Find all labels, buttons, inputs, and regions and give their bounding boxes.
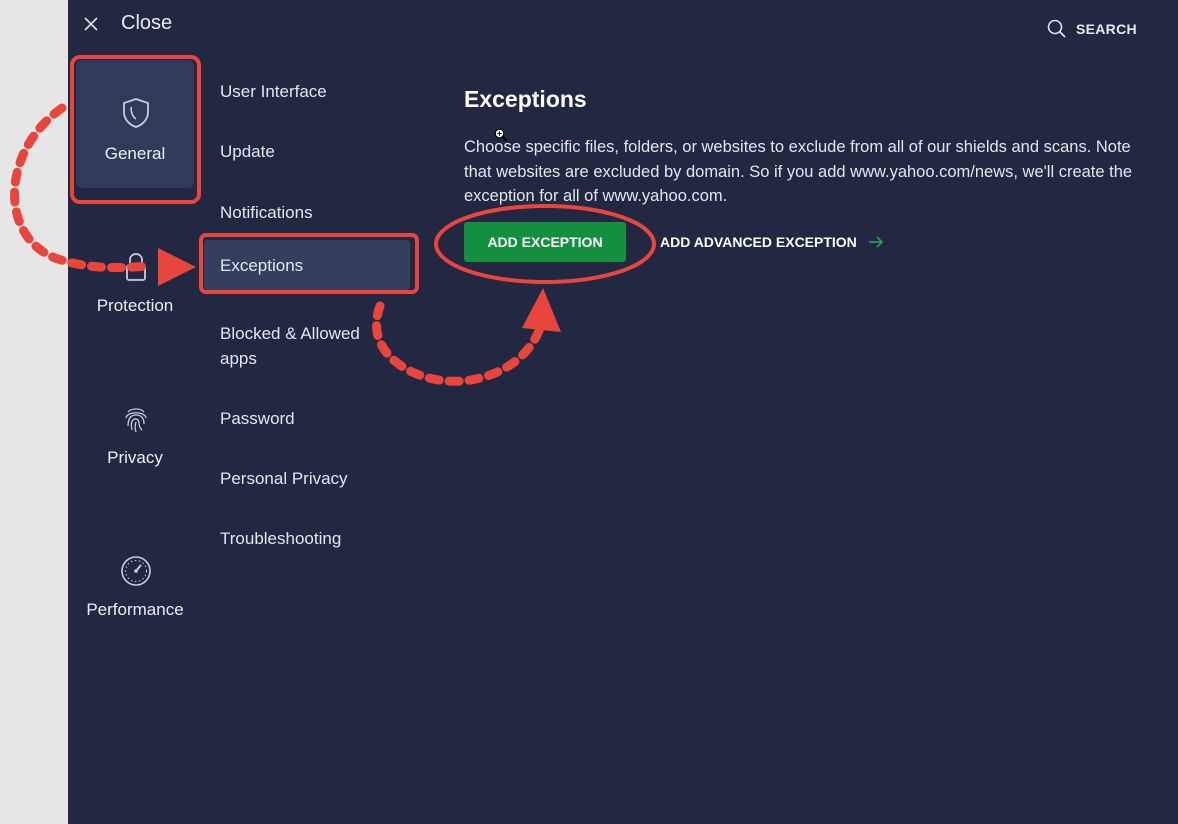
subnav-item-blocked-allowed-apps[interactable]: Blocked & Allowed apps <box>204 313 384 379</box>
category-protection[interactable]: Protection <box>76 212 194 340</box>
fingerprint-icon <box>119 402 153 436</box>
search-button[interactable]: SEARCH <box>1046 18 1137 40</box>
exceptions-description: Choose specific files, folders, or websi… <box>464 138 1133 205</box>
arrow-right-icon <box>868 236 883 248</box>
subnav-item-update[interactable]: Update <box>204 131 410 172</box>
category-label: Performance <box>86 600 184 619</box>
subnav-item-user-interface[interactable]: User Interface <box>204 71 410 112</box>
search-icon <box>1047 19 1066 38</box>
category-general[interactable]: General <box>76 60 194 188</box>
add-advanced-exception-label: ADD ADVANCED EXCEPTION <box>660 234 857 250</box>
settings-window: Close SEARCH General Protection Privacy … <box>68 0 1178 824</box>
exception-actions: ADD EXCEPTION ADD ADVANCED EXCEPTION <box>464 222 885 262</box>
add-advanced-exception-link[interactable]: ADD ADVANCED EXCEPTION <box>660 233 885 251</box>
subnav-item-personal-privacy[interactable]: Personal Privacy <box>204 458 410 499</box>
category-privacy[interactable]: Privacy <box>76 364 194 492</box>
add-exception-button[interactable]: ADD EXCEPTION <box>464 222 626 262</box>
speedometer-icon <box>119 554 153 588</box>
search-label: SEARCH <box>1076 21 1137 37</box>
exceptions-panel: Exceptions Choose specific files, folder… <box>464 86 1154 262</box>
subnav-item-exceptions[interactable]: Exceptions <box>204 240 410 290</box>
category-performance[interactable]: Performance <box>76 516 194 644</box>
subnav-item-notifications[interactable]: Notifications <box>204 192 410 233</box>
close-icon <box>84 16 98 31</box>
lock-icon <box>119 250 153 284</box>
zoom-cursor-icon <box>494 128 508 142</box>
subnav-item-troubleshooting[interactable]: Troubleshooting <box>204 518 410 559</box>
close-button[interactable]: Close <box>81 12 172 35</box>
category-label: General <box>104 144 166 163</box>
shield-icon <box>119 96 153 130</box>
category-label: Protection <box>96 296 174 315</box>
category-label: Privacy <box>107 448 163 467</box>
subnav-item-password[interactable]: Password <box>204 398 410 439</box>
page-title: Exceptions <box>464 86 587 112</box>
close-label: Close <box>121 12 173 34</box>
